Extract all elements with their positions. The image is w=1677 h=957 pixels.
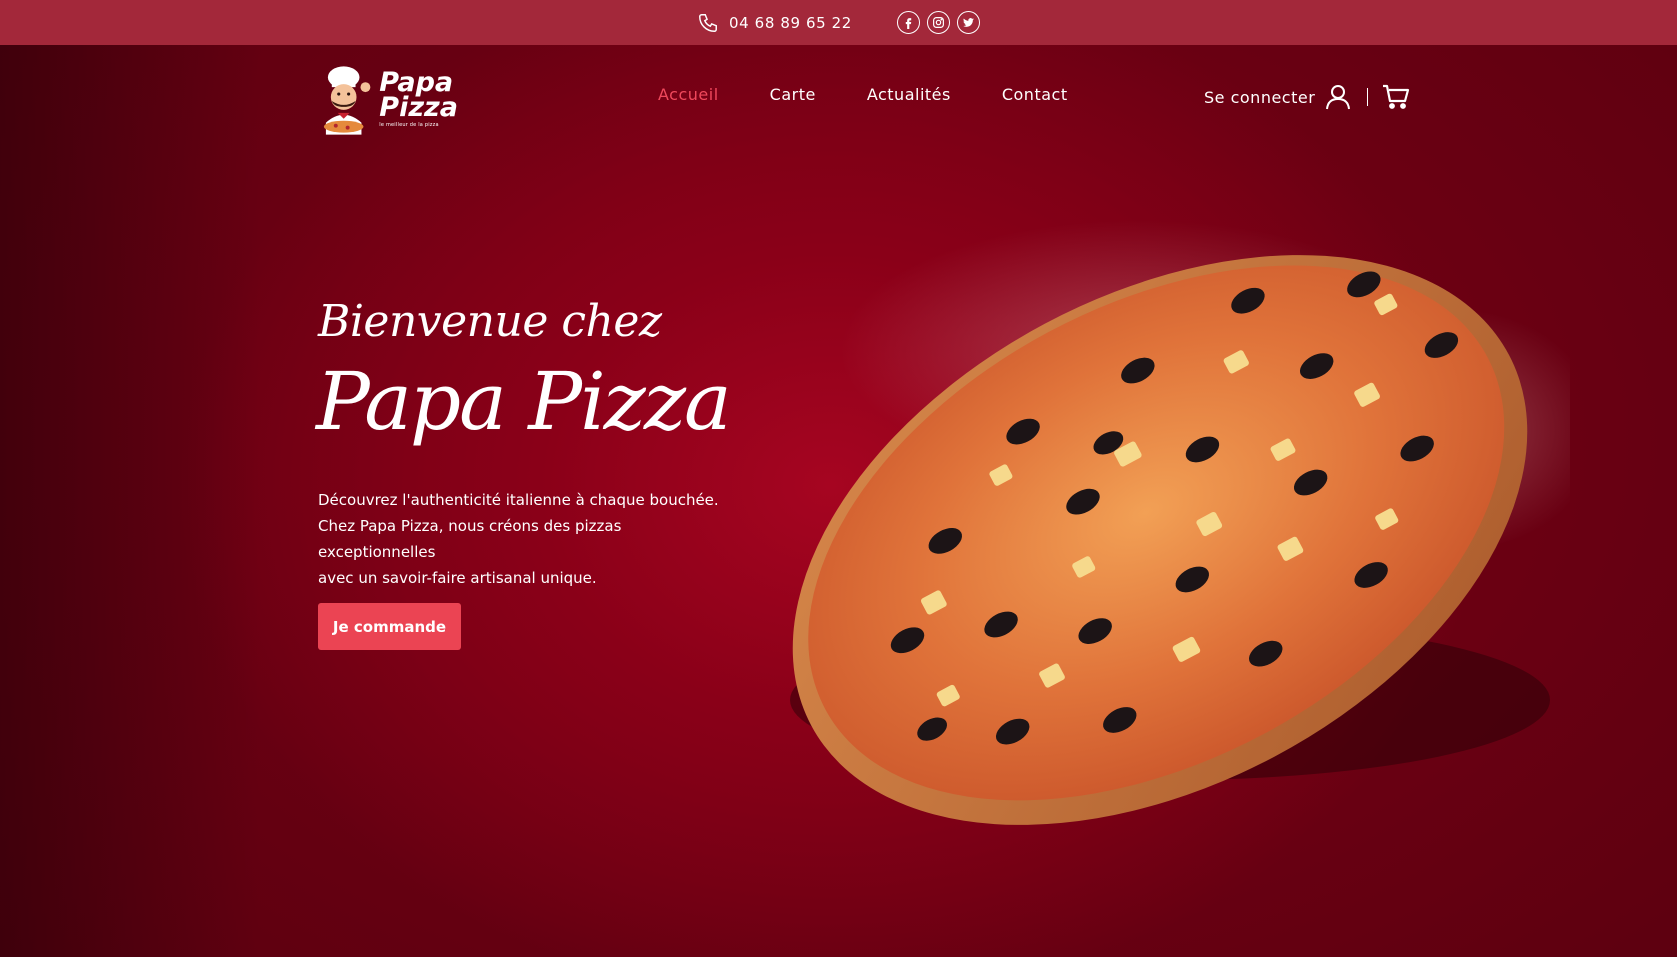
twitter-icon[interactable] xyxy=(956,11,980,34)
phone-contact[interactable]: 04 68 89 65 22 xyxy=(697,12,852,34)
chef-mascot-icon xyxy=(323,66,371,135)
logo-line-2: Pizza xyxy=(379,91,458,123)
facebook-icon[interactable] xyxy=(896,11,920,34)
hero-description: Découvrez l'authenticité italienne à cha… xyxy=(318,487,738,591)
instagram-icon[interactable] xyxy=(926,11,950,34)
brand-heading: Papa Pizza xyxy=(316,355,732,448)
nav-item-carte[interactable]: Carte xyxy=(770,85,816,104)
hero-description-line: avec un savoir-faire artisanal unique. xyxy=(318,569,597,587)
top-bar: 04 68 89 65 22 xyxy=(0,0,1677,45)
pizza-image xyxy=(740,180,1600,860)
user-icon[interactable] xyxy=(1325,84,1351,110)
main-nav: Accueil Carte Actualités Contact xyxy=(658,85,1119,104)
nav-item-actualites[interactable]: Actualités xyxy=(867,85,951,104)
order-button[interactable]: Je commande xyxy=(318,603,461,650)
phone-icon xyxy=(699,13,718,32)
nav-item-contact[interactable]: Contact xyxy=(1002,85,1068,104)
hero-description-line: Chez Papa Pizza, nous créons des pizzas … xyxy=(318,517,622,561)
logo-text: Papa Pizza le meilleur de la pizza xyxy=(379,69,458,128)
nav-item-accueil[interactable]: Accueil xyxy=(658,85,719,104)
page: 04 68 89 65 22 Papa Pizza le meilleur de… xyxy=(0,0,1677,957)
logo[interactable]: Papa Pizza le meilleur de la pizza xyxy=(318,63,458,135)
divider xyxy=(1367,88,1369,106)
social-links xyxy=(896,11,980,34)
phone-number: 04 68 89 65 22 xyxy=(729,13,852,32)
logo-tagline: le meilleur de la pizza xyxy=(379,121,439,128)
account-area: Se connecter xyxy=(1204,84,1410,110)
hero-description-line: Découvrez l'authenticité italienne à cha… xyxy=(318,491,719,509)
cart-icon[interactable] xyxy=(1382,84,1410,110)
welcome-heading: Bienvenue chez xyxy=(318,296,662,347)
login-link[interactable]: Se connecter xyxy=(1204,88,1315,107)
